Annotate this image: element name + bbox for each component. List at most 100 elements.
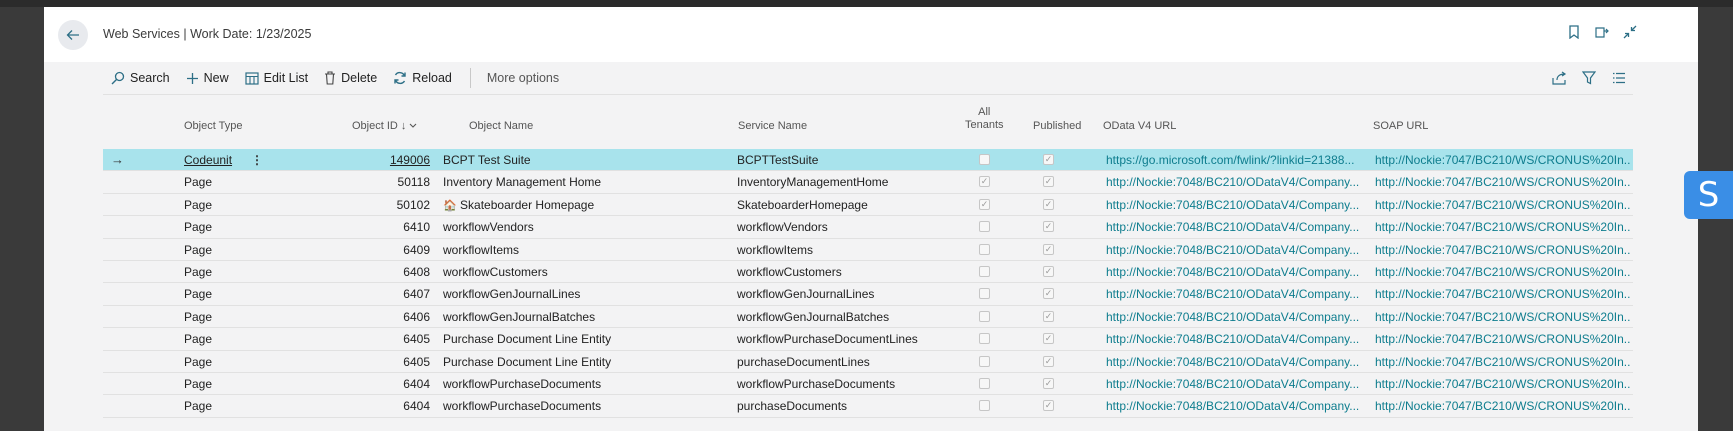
cell-object-id: 50118 xyxy=(397,175,430,190)
cell-soap-url[interactable]: http://Nockie:7047/BC210/WS/CRONUS%20In.… xyxy=(1375,194,1630,216)
side-badge[interactable]: S xyxy=(1684,171,1733,219)
all-tenants-checkbox[interactable] xyxy=(979,221,990,233)
all-tenants-checkbox[interactable] xyxy=(979,355,990,367)
reload-button[interactable]: Reload xyxy=(385,64,460,92)
reload-label: Reload xyxy=(412,71,452,85)
cell-service-name: workflowVendors xyxy=(737,220,828,235)
published-checkbox[interactable]: ✓ xyxy=(1043,154,1054,165)
new-button[interactable]: New xyxy=(178,64,237,92)
col-object-id[interactable]: Object ID ↓ xyxy=(352,120,417,133)
table-row[interactable]: Page 6405 Purchase Document Line Entity wor… xyxy=(103,328,1633,351)
all-tenants-checkbox[interactable] xyxy=(979,288,990,300)
cell-soap-url[interactable]: http://Nockie:7047/BC210/WS/CRONUS%20In.… xyxy=(1375,373,1630,395)
cell-odata-url[interactable]: http://Nockie:7048/BC210/ODataV4/Company… xyxy=(1106,239,1368,261)
share-icon[interactable] xyxy=(1551,70,1567,86)
cell-object-name: workflowGenJournalBatches xyxy=(443,309,596,324)
cell-odata-url[interactable]: http://Nockie:7048/BC210/ODataV4/Company… xyxy=(1106,351,1368,373)
table-row[interactable]: Page 6405 Purchase Document Line Entity pur… xyxy=(103,351,1633,373)
table-row[interactable]: Page 6409 workflowItems workflowItems ✓ http:… xyxy=(103,239,1633,261)
published-checkbox[interactable]: ✓ xyxy=(1043,333,1054,345)
cell-soap-url[interactable]: http://Nockie:7047/BC210/WS/CRONUS%20In.… xyxy=(1375,149,1630,171)
cell-odata-url[interactable]: http://Nockie:7048/BC210/ODataV4/Company… xyxy=(1106,194,1368,216)
all-tenants-checkbox[interactable] xyxy=(979,265,990,277)
published-checkbox[interactable]: ✓ xyxy=(1043,243,1054,255)
col-all-tenants-line2: Tenants xyxy=(965,119,1004,131)
cell-odata-url[interactable]: http://Nockie:7048/BC210/ODataV4/Company… xyxy=(1106,306,1368,328)
edit-list-icon xyxy=(245,71,259,85)
published-checkbox[interactable]: ✓ xyxy=(1043,176,1054,188)
cell-soap-url[interactable]: http://Nockie:7047/BC210/WS/CRONUS%20In.… xyxy=(1375,328,1630,350)
reload-icon xyxy=(394,71,406,85)
all-tenants-checkbox[interactable]: ✓ xyxy=(979,176,990,188)
cell-service-name: purchaseDocumentLines xyxy=(737,354,870,369)
cell-odata-url[interactable]: http://Nockie:7048/BC210/ODataV4/Company… xyxy=(1106,328,1368,350)
published-checkbox[interactable]: ✓ xyxy=(1043,310,1054,322)
bookmark-icon[interactable] xyxy=(1566,24,1582,40)
back-arrow-icon xyxy=(66,30,79,40)
filter-icon[interactable] xyxy=(1581,70,1597,86)
table-row[interactable]: Page 50118 Inventory Management Home Invent… xyxy=(103,171,1633,194)
col-odata-url[interactable]: OData V4 URL xyxy=(1103,120,1176,133)
all-tenants-checkbox[interactable] xyxy=(979,154,990,165)
list-view-icon[interactable] xyxy=(1611,70,1627,86)
table-row[interactable]: → ⋮ Codeunit 149006 BCPT Test Suite BCPTTestS… xyxy=(103,149,1633,172)
all-tenants-checkbox[interactable] xyxy=(979,243,990,255)
cell-soap-url[interactable]: http://Nockie:7047/BC210/WS/CRONUS%20In.… xyxy=(1375,261,1630,283)
table-row[interactable]: Page 6404 workflowPurchaseDocuments purchas… xyxy=(103,395,1633,418)
cell-soap-url[interactable]: http://Nockie:7047/BC210/WS/CRONUS%20In.… xyxy=(1375,239,1630,261)
table-row[interactable]: Page 6404 workflowPurchaseDocuments workflo… xyxy=(103,373,1633,396)
cell-soap-url[interactable]: http://Nockie:7047/BC210/WS/CRONUS%20In.… xyxy=(1375,306,1630,328)
all-tenants-checkbox[interactable] xyxy=(979,333,990,345)
cell-soap-url[interactable]: http://Nockie:7047/BC210/WS/CRONUS%20In.… xyxy=(1375,283,1630,305)
open-new-window-icon[interactable] xyxy=(1594,24,1610,40)
col-published[interactable]: Published xyxy=(1033,120,1081,133)
all-tenants-checkbox[interactable] xyxy=(979,400,990,412)
cell-object-id: 6404 xyxy=(403,399,430,414)
published-checkbox[interactable]: ✓ xyxy=(1043,288,1054,300)
cell-object-name: Inventory Management Home xyxy=(443,175,602,190)
all-tenants-checkbox[interactable] xyxy=(979,310,990,322)
delete-button[interactable]: Delete xyxy=(316,64,385,92)
col-all-tenants[interactable]: All Tenants xyxy=(965,106,1004,132)
cell-odata-url[interactable]: http://Nockie:7048/BC210/ODataV4/Company… xyxy=(1106,171,1368,193)
cell-odata-url[interactable]: http://Nockie:7048/BC210/ODataV4/Company… xyxy=(1106,261,1368,283)
cell-odata-url[interactable]: https://go.microsoft.com/fwlink/?linkid=… xyxy=(1106,149,1368,171)
cell-service-name: BCPTTestSuite xyxy=(737,153,819,167)
delete-label: Delete xyxy=(341,71,378,85)
col-service-name[interactable]: Service Name xyxy=(738,120,807,133)
cell-odata-url[interactable]: http://Nockie:7048/BC210/ODataV4/Company… xyxy=(1106,373,1368,395)
cell-object-name: workflowItems xyxy=(443,242,520,257)
cell-object-type: Page xyxy=(184,354,213,369)
cell-odata-url[interactable]: http://Nockie:7048/BC210/ODataV4/Company… xyxy=(1106,395,1368,417)
cell-odata-url[interactable]: http://Nockie:7048/BC210/ODataV4/Company… xyxy=(1106,216,1368,238)
cell-soap-url[interactable]: http://Nockie:7047/BC210/WS/CRONUS%20In.… xyxy=(1375,395,1630,417)
collapse-icon[interactable] xyxy=(1622,24,1638,40)
cell-soap-url[interactable]: http://Nockie:7047/BC210/WS/CRONUS%20In.… xyxy=(1375,351,1630,373)
table-row[interactable]: Page 6407 workflowGenJournalLines workflowG… xyxy=(103,283,1633,306)
search-button[interactable]: Search xyxy=(103,64,178,92)
cell-soap-url[interactable]: http://Nockie:7047/BC210/WS/CRONUS%20In.… xyxy=(1375,171,1630,193)
published-checkbox[interactable]: ✓ xyxy=(1043,198,1054,210)
col-soap-url[interactable]: SOAP URL xyxy=(1373,120,1428,133)
col-object-name[interactable]: Object Name xyxy=(469,120,533,133)
cell-object-type[interactable]: Codeunit xyxy=(184,149,334,171)
cell-object-id: 6409 xyxy=(403,242,430,257)
table-row[interactable]: Page 6406 workflowGenJournalBatches workflo… xyxy=(103,306,1633,329)
cell-odata-url[interactable]: http://Nockie:7048/BC210/ODataV4/Company… xyxy=(1106,283,1368,305)
cell-soap-url[interactable]: http://Nockie:7047/BC210/WS/CRONUS%20In.… xyxy=(1375,216,1630,238)
table-row[interactable]: Page 50102 🏠 Skateboarder Homepage Skateboa… xyxy=(103,194,1633,217)
published-checkbox[interactable]: ✓ xyxy=(1043,400,1054,412)
table-row[interactable]: Page 6410 workflowVendors workflowVendors ✓ h… xyxy=(103,216,1633,239)
published-checkbox[interactable]: ✓ xyxy=(1043,355,1054,367)
col-object-type[interactable]: Object Type xyxy=(184,120,243,133)
cell-object-type: Page xyxy=(184,287,213,302)
published-checkbox[interactable]: ✓ xyxy=(1043,377,1054,389)
table-row[interactable]: Page 6408 workflowCustomers workflowCustome… xyxy=(103,261,1633,284)
published-checkbox[interactable]: ✓ xyxy=(1043,265,1054,277)
all-tenants-checkbox[interactable]: ✓ xyxy=(979,198,990,210)
published-checkbox[interactable]: ✓ xyxy=(1043,221,1054,233)
edit-list-button[interactable]: Edit List xyxy=(237,64,316,92)
more-options-button[interactable]: More options xyxy=(481,71,565,85)
all-tenants-checkbox[interactable] xyxy=(979,377,990,389)
back-button[interactable] xyxy=(58,20,88,50)
